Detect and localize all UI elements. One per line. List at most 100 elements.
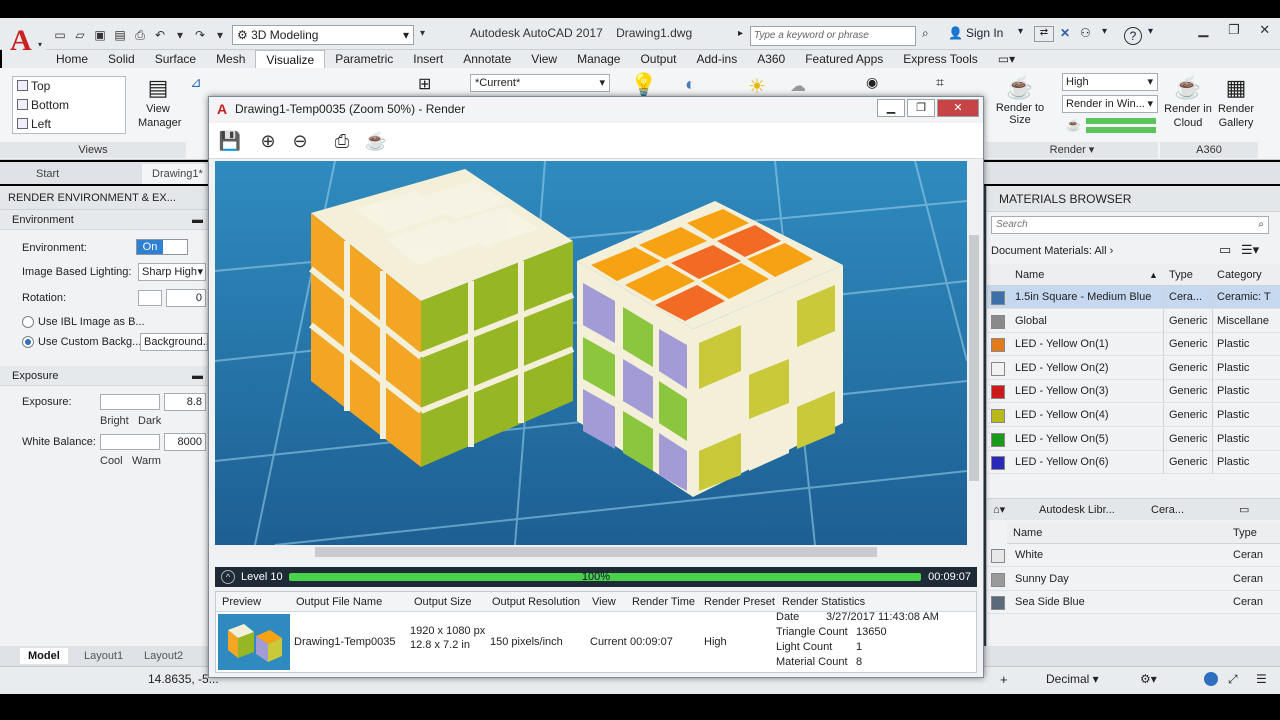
list-view-icon[interactable]: ☰▾ (1241, 242, 1259, 258)
zoom-out-icon[interactable]: ⊖ (287, 129, 313, 153)
file-tab-start[interactable]: Start (14, 164, 134, 184)
tab-annotate[interactable]: Annotate (453, 50, 521, 68)
material-row[interactable]: LED - Yellow On(5) Generic Plastic (987, 427, 1280, 451)
materials-icon[interactable]: ◐ (685, 74, 696, 95)
save-icon[interactable]: ▣ (92, 28, 108, 42)
render-target-dropdown[interactable]: Render in Win... ▾ (1062, 95, 1158, 113)
redo-icon[interactable]: ↷ (192, 28, 208, 42)
history-row[interactable]: Drawing1-Temp0035 1920 x 1080 px 12.8 x … (216, 611, 976, 672)
exposure-slider[interactable] (100, 394, 160, 410)
scroll-thumb[interactable] (315, 547, 877, 557)
view-item-bottom[interactable]: Bottom (13, 96, 125, 115)
home-icon[interactable]: ⌂▾ (993, 499, 1005, 521)
zoom-in-icon[interactable]: ⊕ (255, 129, 281, 153)
material-row[interactable]: 1.5in Square - Medium Blue Cera... Ceramic… (987, 286, 1280, 309)
tab-mesh[interactable]: Mesh (206, 50, 255, 68)
environment-toggle[interactable]: On (136, 239, 188, 255)
dropdown-icon[interactable]: ▾ (212, 28, 228, 42)
tab-express-tools[interactable]: Express Tools (893, 50, 987, 68)
tab-home[interactable]: Home (46, 50, 98, 68)
file-tab-drawing1[interactable]: Drawing1* (142, 164, 214, 184)
col-category[interactable]: Category (1217, 264, 1262, 286)
view-item-top[interactable]: Top (13, 77, 125, 96)
use-custom-background-radio[interactable] (22, 336, 34, 348)
isolate-icon[interactable] (1204, 672, 1218, 686)
exposure-section-header[interactable]: Exposure ▬ (0, 366, 211, 386)
restore-icon[interactable]: ❐ (1219, 18, 1250, 44)
ibl-dropdown[interactable]: Sharp Highl ▾ (138, 263, 206, 281)
help-button[interactable]: ? (1124, 27, 1142, 45)
undo-icon[interactable]: ↶ (152, 28, 168, 42)
material-row[interactable]: LED - Yellow On(4) Generic Plastic (987, 404, 1280, 427)
camera-icon[interactable]: ⊞ (418, 74, 431, 94)
material-row[interactable]: LED - Yellow On(6) Generic Plastic (987, 451, 1280, 475)
tab-insert[interactable]: Insert (403, 50, 453, 68)
chevron-down-icon[interactable]: ▾ (1148, 26, 1153, 37)
render-in-cloud-button[interactable]: ☕ Render in Cloud (1162, 74, 1214, 130)
background-button[interactable]: Background... (140, 333, 208, 351)
use-ibl-radio[interactable] (22, 316, 34, 328)
stay-connected-icon[interactable]: ⚇ (1080, 26, 1091, 40)
close-icon[interactable]: ✕ (1249, 18, 1280, 44)
save-icon[interactable]: 💾 (217, 129, 243, 153)
named-view-dropdown[interactable]: *Current* ▾ (470, 74, 610, 92)
fullscreen-icon[interactable]: ⤢ (1228, 672, 1238, 687)
library-material-row[interactable]: Sea Side Blue Ceran (987, 591, 1280, 615)
new-icon[interactable]: ▭ (52, 28, 68, 42)
ucs-icon[interactable]: ⊿ (190, 74, 202, 91)
exposure-value[interactable]: 8.8 (164, 393, 206, 411)
tab-layout1[interactable]: Layout1 (76, 648, 131, 664)
white-balance-slider[interactable] (100, 434, 160, 450)
material-row[interactable]: LED - Yellow On(2) Generic Plastic (987, 356, 1280, 380)
exchange-apps-icon[interactable]: ⇄ (1034, 26, 1054, 42)
material-row[interactable]: LED - Yellow On(1) Generic Plastic (987, 333, 1280, 357)
rotation-value[interactable]: 0 (166, 289, 206, 307)
render-gallery-button[interactable]: ▦ Render Gallery (1214, 74, 1258, 130)
help-search-input[interactable]: Type a keyword or phrase (750, 26, 916, 46)
view-manager-button[interactable]: ▤ View Manager (138, 74, 181, 130)
autodesk-exchange-icon[interactable]: ✕ (1060, 26, 1070, 40)
document-materials-filter[interactable]: Document Materials: All › (991, 240, 1131, 262)
material-row[interactable]: LED - Yellow On(3) Generic Plastic (987, 380, 1280, 404)
expand-search-icon[interactable]: ▸ (738, 28, 743, 39)
sky-icon[interactable]: ☁ (790, 76, 806, 96)
restore-icon[interactable]: ❐ (907, 99, 935, 117)
tab-solid[interactable]: Solid (98, 50, 145, 68)
workspace-switcher[interactable]: ⚙ 3D Modeling ▾ (232, 25, 414, 45)
render-preset-dropdown[interactable]: High ▾ (1062, 73, 1158, 91)
close-icon[interactable]: ✕ (937, 99, 979, 117)
tab-visualize[interactable]: Visualize (255, 50, 326, 68)
sign-in-link[interactable]: Sign In (966, 26, 1003, 40)
light-icon[interactable]: 💡 (630, 72, 657, 98)
search-binoculars-icon[interactable]: ⌕ (922, 26, 929, 41)
tab-a360[interactable]: A360 (747, 50, 795, 68)
rotation-slider[interactable] (138, 290, 162, 306)
materials-search-input[interactable]: Search ⌕ (991, 216, 1269, 234)
views-list[interactable]: Top Bottom Left (12, 76, 126, 134)
open-icon[interactable]: ▱ (72, 28, 88, 42)
tab-view[interactable]: View (521, 50, 567, 68)
scroll-thumb[interactable] (969, 235, 979, 481)
library-material-row[interactable]: White Ceran (987, 544, 1280, 567)
white-balance-value[interactable]: 8000 (164, 433, 206, 451)
tab-add-ins[interactable]: Add-ins (687, 50, 748, 68)
render-window-icon[interactable]: ◉ (866, 74, 878, 91)
tab-surface[interactable]: Surface (145, 50, 206, 68)
chevron-down-icon[interactable]: ▾ (1102, 26, 1107, 37)
library-breadcrumb[interactable]: Autodesk Libr... (1039, 499, 1115, 521)
minimize-icon[interactable]: ▁ (877, 99, 905, 117)
plot-icon[interactable]: ⎙ (132, 28, 148, 42)
vertical-scrollbar[interactable] (967, 161, 981, 545)
render-region-icon[interactable]: ⌗ (936, 74, 944, 91)
render-to-size-button[interactable]: ☕ Render to Size (990, 74, 1050, 126)
chevron-down-icon[interactable]: ▾ (1018, 26, 1023, 37)
plus-icon[interactable]: + (1000, 672, 1008, 687)
col-name[interactable]: Name (1015, 264, 1044, 286)
render-environment-icon[interactable]: ☕ (1066, 118, 1081, 132)
tab-manage[interactable]: Manage (567, 50, 630, 68)
save-as-icon[interactable]: ▤ (112, 28, 128, 42)
dropdown-icon[interactable]: ▾ (172, 28, 188, 42)
library-material-row[interactable]: Sunny Day Ceran (987, 568, 1280, 591)
tab-output[interactable]: Output (630, 50, 686, 68)
tab-model[interactable]: Model (20, 648, 68, 664)
